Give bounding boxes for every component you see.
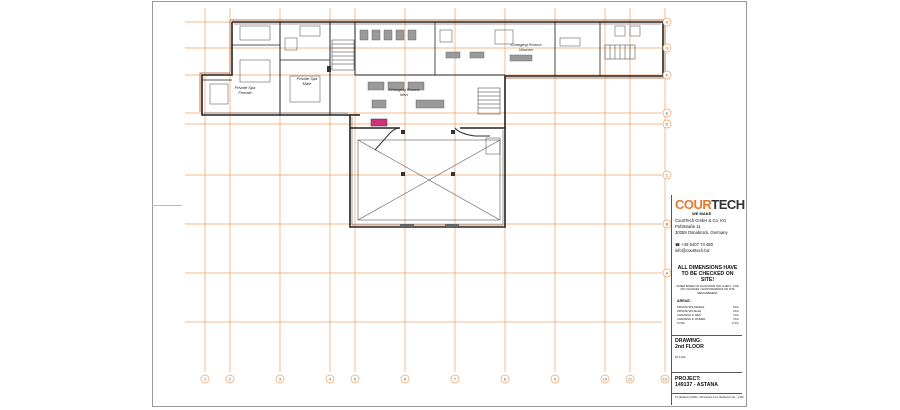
title-block-separator [672, 372, 742, 373]
staircase-east [604, 44, 636, 60]
staircase-right [477, 87, 501, 115]
magenta-bench [370, 118, 388, 127]
curved-walls [374, 127, 490, 151]
areas-heading: AREAS: [677, 299, 691, 303]
grid-row-label: D [666, 122, 669, 127]
grid-column-label: 12 [663, 377, 668, 382]
drawing-sheet: 1 2 3 4 5 6 7 8 9 10 11 12 HGFEDCBA Private Spa Fem… [0, 0, 900, 410]
wall-hatch [204, 23, 661, 226]
title-block: COURTECH WE MAKE CourtTech GmbH & Co. KG… [671, 195, 745, 405]
room-label-changing-women: Changing Rooms Women [510, 42, 542, 52]
grid-column-bubbles: 1 2 3 4 5 6 7 8 9 10 11 12 [200, 374, 670, 384]
staircase-top [331, 39, 355, 71]
drawing-scale: AT 1:100 [675, 356, 686, 359]
grid-row-label: A [666, 271, 669, 276]
dimensions-warning: ALL DIMENSIONS HAVE TO BE CHECKED ON SIT… [677, 265, 738, 283]
walls [201, 21, 664, 228]
footer-note: CT_Bestand_6.DWG - Dimensions to be chec… [675, 396, 744, 399]
grid-row-label: G [665, 46, 668, 51]
grid-row-label: E [666, 111, 669, 116]
drawing-value: 2nd FLOOR [675, 344, 704, 350]
company-address: CourtTech GmbH & Co. KG Pohlstraße 11 30… [675, 218, 728, 235]
room-label-private-spa-male: Private Spa Male [296, 76, 318, 86]
floor-plan: 1 2 3 4 5 6 7 8 9 10 11 12 HGFEDCBA [185, 8, 672, 384]
drawing-label: DRAWING: 2nd FLOOR [675, 338, 704, 350]
title-block-separator [672, 393, 742, 394]
grid-row-bubbles: HGFEDCBA [662, 17, 672, 278]
grid-row-label: H [666, 20, 669, 25]
grid-rows [185, 21, 662, 323]
grid-row-label: C [666, 173, 669, 178]
title-block-separator [672, 335, 742, 336]
courttech-logo: COURTECH [675, 197, 745, 212]
project-label: PROJECT: 149137 - ASTANA [675, 376, 718, 388]
grid-column-label: 10 [603, 377, 608, 382]
areas-list: PRIVATE SPA FEMALE 15m² PRIVATE SPA MALE 1… [677, 306, 739, 326]
offer-note: OFFER BASED ON PLAN FROM THE CLIENT - FO… [676, 285, 739, 295]
logo-slogan: WE MAKE [692, 211, 712, 216]
room-label-private-spa-female: Private Spa Female [234, 85, 256, 95]
area-row: TOTAL 171m² [677, 322, 739, 325]
project-value: 149137 - ASTANA [675, 382, 718, 388]
room-label-changing-men: Changing Rooms Men [388, 87, 420, 97]
grid-row-label: B [666, 222, 669, 227]
company-contact: ☎ +49 5407 73 480 info@courttech.biz [675, 242, 713, 253]
hall-void [357, 139, 501, 221]
